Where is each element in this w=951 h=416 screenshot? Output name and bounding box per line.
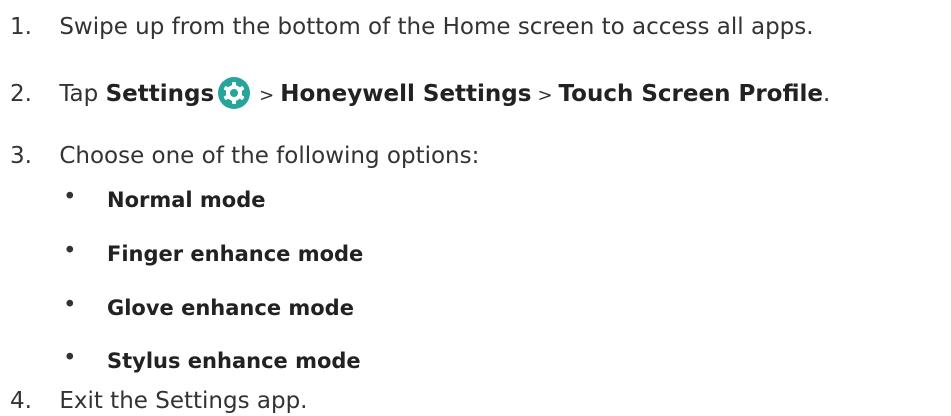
bullet: • [63, 184, 77, 210]
option-label: Glove enhance mode [107, 296, 354, 320]
option-label: Stylus enhance mode [107, 349, 361, 373]
step-text: Exit the Settings app. [59, 388, 308, 414]
step-number: 1. [10, 14, 32, 40]
bullet: • [63, 292, 77, 318]
bullet: • [63, 238, 77, 264]
step-prefix: Tap [59, 81, 106, 107]
step-2: 2. Tap Settings > Honeywell Settings > Touc… [10, 77, 830, 111]
option-label: Finger enhance mode [107, 242, 364, 266]
step-4: 4. Exit the Settings app. [10, 386, 307, 416]
step-text: Swipe up from the bottom of the Home scr… [59, 14, 814, 40]
option-label: Normal mode [107, 188, 266, 212]
touch-screen-profile-label: Touch Screen Profile [558, 81, 824, 107]
honeywell-settings-label: Honeywell Settings [280, 81, 532, 107]
step-number: 2. [10, 81, 32, 107]
bullet: • [63, 345, 77, 371]
step-end: . [823, 81, 831, 107]
step-text: Choose one of the following options: [59, 143, 480, 169]
step-number: 4. [10, 388, 32, 414]
step-number: 3. [10, 143, 32, 169]
gear-icon [218, 77, 251, 109]
settings-label: Settings [105, 81, 215, 107]
step-3: 3. Choose one of the following options: [10, 141, 479, 171]
separator: > [537, 85, 553, 106]
step-1: 1. Swipe up from the bottom of the Home … [10, 12, 814, 42]
separator: > [259, 85, 275, 106]
